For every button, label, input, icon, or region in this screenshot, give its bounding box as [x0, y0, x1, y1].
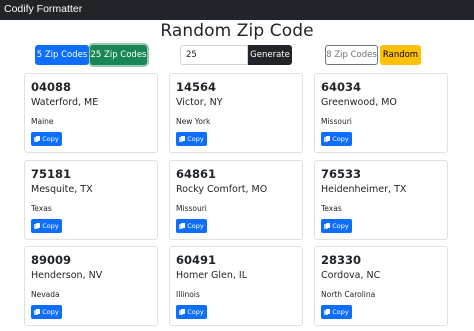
- zip-code: 64861: [176, 167, 217, 181]
- state-name: Missouri: [321, 117, 352, 126]
- copy-button[interactable]: Copy: [176, 305, 207, 319]
- copy-label: Copy: [187, 222, 204, 230]
- copy-label: Copy: [42, 308, 59, 316]
- city-state: Greenwood, MO: [321, 97, 397, 108]
- zip-card: 60491 Homer Glen, IL Illinois Copy: [169, 246, 303, 326]
- zip-card: 89009 Henderson, NV Nevada Copy: [24, 246, 158, 326]
- city-state: Heidenheimer, TX: [321, 184, 407, 195]
- zip-card: 64034 Greenwood, MO Missouri Copy: [314, 73, 448, 153]
- copy-button[interactable]: Copy: [31, 219, 62, 233]
- copy-label: Copy: [42, 135, 59, 143]
- zip-code: 76533: [321, 167, 362, 181]
- copy-label: Copy: [332, 135, 349, 143]
- five-zip-codes-button[interactable]: 5 Zip Codes: [35, 45, 89, 65]
- zip-card: 75181 Mesquite, TX Texas Copy: [24, 160, 158, 240]
- zip-code: 89009: [31, 253, 72, 267]
- copy-label: Copy: [332, 222, 349, 230]
- copy-icon: [324, 136, 331, 142]
- copy-label: Copy: [187, 308, 204, 316]
- copy-label: Copy: [332, 308, 349, 316]
- zip-code: 14564: [176, 80, 217, 94]
- copy-label: Copy: [42, 222, 59, 230]
- copy-icon: [324, 309, 331, 315]
- state-name: Maine: [31, 117, 54, 126]
- twenty-five-zip-codes-button[interactable]: 25 Zip Codes: [90, 45, 147, 65]
- copy-button[interactable]: Copy: [321, 305, 352, 319]
- state-name: Illinois: [176, 290, 200, 299]
- zip-code: 04088: [31, 80, 72, 94]
- page-title: Random Zip Code: [160, 21, 314, 41]
- state-name: Texas: [31, 204, 52, 213]
- copy-icon: [34, 223, 41, 229]
- zip-code: 28330: [321, 253, 362, 267]
- zip-card: 64861 Rocky Comfort, MO Missouri Copy: [169, 160, 303, 240]
- copy-label: Copy: [187, 135, 204, 143]
- copy-button[interactable]: Copy: [176, 132, 207, 146]
- zip-card: 28330 Cordova, NC North Carolina Copy: [314, 246, 448, 326]
- top-navbar: Codify Formatter: [0, 0, 474, 20]
- copy-icon: [179, 136, 186, 142]
- zip-code: 75181: [31, 167, 72, 181]
- zip-count-input[interactable]: [180, 45, 248, 65]
- copy-icon: [34, 309, 41, 315]
- zip-code: 64034: [321, 80, 362, 94]
- zip-code: 60491: [176, 253, 217, 267]
- copy-button[interactable]: Copy: [176, 219, 207, 233]
- state-name: Texas: [321, 204, 342, 213]
- city-state: Mesquite, TX: [31, 184, 93, 195]
- copy-button[interactable]: Copy: [321, 219, 352, 233]
- eight-zip-codes-button[interactable]: 8 Zip Codes: [325, 45, 378, 65]
- city-state: Henderson, NV: [31, 270, 103, 281]
- copy-icon: [324, 223, 331, 229]
- city-state: Cordova, NC: [321, 270, 381, 281]
- zip-card: 14564 Victor, NY New York Copy: [169, 73, 303, 153]
- state-name: Nevada: [31, 290, 60, 299]
- navbar-brand[interactable]: Codify Formatter: [4, 3, 82, 15]
- zip-card: 04088 Waterford, ME Maine Copy: [24, 73, 158, 153]
- city-state: Homer Glen, IL: [176, 270, 247, 281]
- zip-card: 76533 Heidenheimer, TX Texas Copy: [314, 160, 448, 240]
- state-name: Missouri: [176, 204, 207, 213]
- copy-button[interactable]: Copy: [31, 305, 62, 319]
- copy-icon: [179, 223, 186, 229]
- copy-icon: [179, 309, 186, 315]
- copy-button[interactable]: Copy: [31, 132, 62, 146]
- city-state: Waterford, ME: [31, 97, 99, 108]
- copy-icon: [34, 136, 41, 142]
- state-name: North Carolina: [321, 290, 376, 299]
- city-state: Rocky Comfort, MO: [176, 184, 268, 195]
- random-button[interactable]: Random: [380, 45, 421, 65]
- copy-button[interactable]: Copy: [321, 132, 352, 146]
- city-state: Victor, NY: [176, 97, 223, 108]
- state-name: New York: [176, 117, 211, 126]
- generate-button[interactable]: Generate: [248, 45, 292, 65]
